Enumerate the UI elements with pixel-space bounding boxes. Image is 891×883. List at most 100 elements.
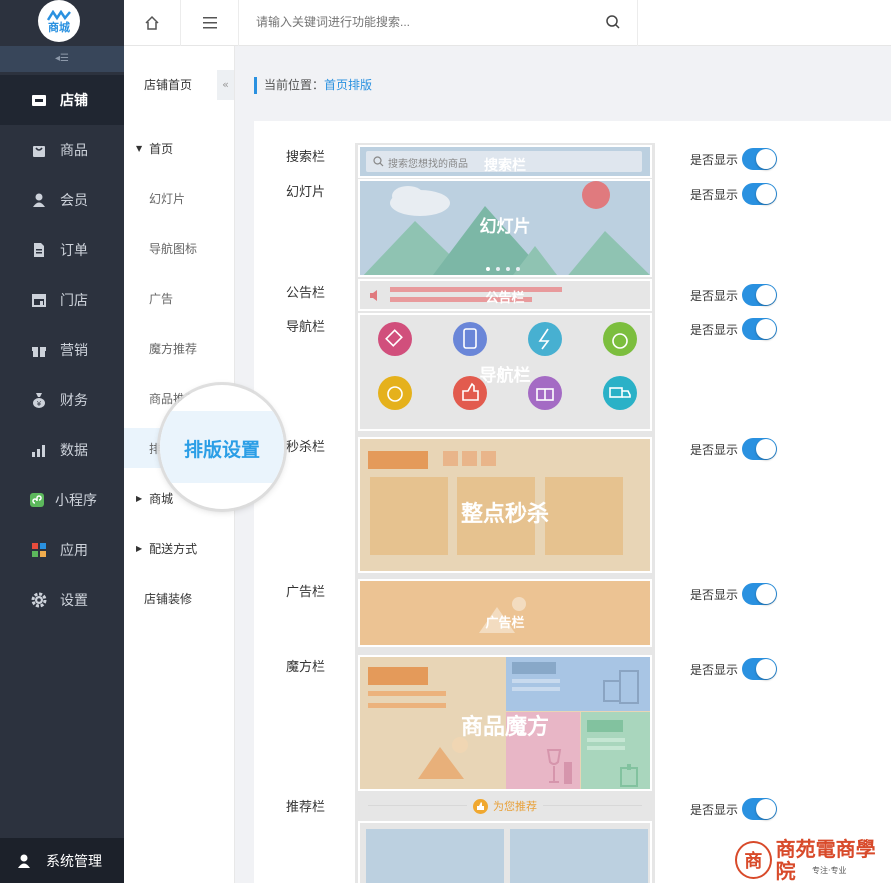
preview-cube-block[interactable]: 商品魔方 [358,655,652,791]
subnav-label: 幻灯片 [149,191,186,206]
preview-seckill-name: 整点秒杀 [460,502,549,527]
menu-button[interactable] [182,0,239,46]
left-nav: 商城 ◂☰ 店铺 商品 会员 订单 门店 营销 ¥ 财务 数据 小程序 应用 设… [0,0,124,883]
preview-slider-name: 幻灯片 [479,217,531,237]
nav-item-store[interactable]: 店铺 [0,75,124,125]
nav-label: 财务 [60,393,88,409]
subnav-store-decoration[interactable]: 店铺装修 [124,578,234,618]
subnav-delivery-group[interactable]: ▶ 配送方式 [124,528,234,568]
seckill-title-bar [368,451,428,469]
miniprogram-icon [30,493,44,507]
subnav-label: 导航图标 [149,241,198,256]
search-input[interactable] [256,0,596,44]
nav-item-settings[interactable]: 设置 [0,575,124,625]
system-label: 系统管理 [46,853,102,870]
row-label-search: 搜索栏 [286,150,326,165]
toggle-switch[interactable] [742,284,778,306]
caret-down-icon: ▼ [136,143,143,153]
breadcrumb-current[interactable]: 首页排版 [324,78,372,92]
preview-nav-block[interactable]: 导航栏 [358,313,652,431]
seckill-timer-box [443,451,458,466]
toggle-switch[interactable] [742,183,778,205]
toggle-switch[interactable] [742,798,778,820]
row-label-nav: 导航栏 [286,320,326,335]
subnav-cube[interactable]: 魔方推荐 [124,328,234,368]
nav-item-marketing[interactable]: 营销 [0,325,124,375]
logo[interactable]: 商城 [38,0,80,42]
preview-recommend-block[interactable] [358,821,652,883]
preview-seckill-block[interactable]: 整点秒杀 [358,437,652,573]
preview-slider-block[interactable]: 幻灯片 [358,179,652,277]
document-icon [34,243,44,257]
cube-title-bar [512,662,556,674]
collapse-nav-button[interactable]: ◂☰ [0,46,124,72]
cube-line [368,703,446,708]
row-label-seckill: 秒杀栏 [286,440,326,455]
recommend-product [510,829,648,883]
magnifier-text: 排版设置 [184,439,261,461]
cube-line [512,679,560,683]
show-label: 是否显示 [690,187,739,202]
subnav-nav-icons[interactable]: 导航图标 [124,228,234,268]
system-management[interactable]: 系统管理 [0,838,124,883]
nav-item-apps[interactable]: 应用 [0,525,124,575]
shop-icon [32,294,46,307]
nav-item-finance[interactable]: ¥ 财务 [0,375,124,425]
preview-recommend-name: 为您推荐 [493,800,537,813]
nav-item-miniprogram[interactable]: 小程序 [0,475,124,525]
home-icon [145,15,159,30]
subnav-label: 魔方推荐 [149,341,198,356]
show-label: 是否显示 [690,152,739,167]
preview-recommend-header[interactable]: 为您推荐 [358,794,652,818]
nav-item-goods[interactable]: 商品 [0,125,124,175]
toggle-switch[interactable] [742,438,778,460]
preview-search-block[interactable]: 搜索您想找的商品 搜索栏 [358,145,652,178]
subnav-slides[interactable]: 幻灯片 [124,178,234,218]
recommend-title-wrap: 为您推荐 [467,798,543,814]
preview-notice-name: 公告栏 [485,291,525,306]
toggle-switch[interactable] [742,658,778,680]
subnav-home-group[interactable]: ▼ 首页 [124,128,234,168]
magnifier-callout: 排版设置 [160,385,284,509]
phone-preview: 搜索您想找的商品 搜索栏 幻灯片 公告栏 导航栏 整点秒杀 广告栏 商品魔方 为… [355,143,655,883]
preview-ad-block[interactable]: 广告栏 [358,579,652,647]
subnav-label: 商城 [149,491,174,506]
store-icon [32,95,46,106]
seckill-timer-box [481,451,496,466]
toggle-switch[interactable] [742,318,778,340]
show-label: 是否显示 [690,288,739,303]
caret-right-icon: ▶ [136,543,143,553]
gift-icon [32,347,46,357]
nav-label: 小程序 [55,493,97,509]
top-bar [124,0,891,46]
subnav-label: 店铺首页 [144,77,193,92]
collapse-subnav-button[interactable]: « [217,70,234,100]
show-label: 是否显示 [690,662,739,677]
toggle-switch[interactable] [742,583,778,605]
subnav-label: 配送方式 [149,541,198,556]
show-row-slider: 是否显示 [690,183,778,205]
row-label-recommend: 推荐栏 [286,800,326,815]
show-row-seckill: 是否显示 [690,438,778,460]
nav-item-stores[interactable]: 门店 [0,275,124,325]
row-label-cube: 魔方栏 [286,660,326,675]
nav-item-orders[interactable]: 订单 [0,225,124,275]
show-label: 是否显示 [690,322,739,337]
search-icon[interactable] [605,14,621,30]
breadcrumb-prefix: 当前位置： [264,78,325,92]
show-row-recommend: 是否显示 [690,798,778,820]
user-icon [33,193,45,207]
show-row-nav: 是否显示 [690,318,778,340]
preview-search-name: 搜索栏 [484,158,526,174]
caret-right-icon: ▶ [136,493,143,503]
row-label-slider: 幻灯片 [286,185,326,200]
image-placeholder-icon [418,737,468,779]
toggle-switch[interactable] [742,148,778,170]
home-button[interactable] [124,0,181,46]
seckill-timer-box [462,451,477,466]
preview-notice-block[interactable]: 公告栏 [358,279,652,311]
nav-label: 订单 [60,243,88,259]
subnav-ads[interactable]: 广告 [124,278,234,318]
nav-item-data[interactable]: 数据 [0,425,124,475]
nav-item-members[interactable]: 会员 [0,175,124,225]
